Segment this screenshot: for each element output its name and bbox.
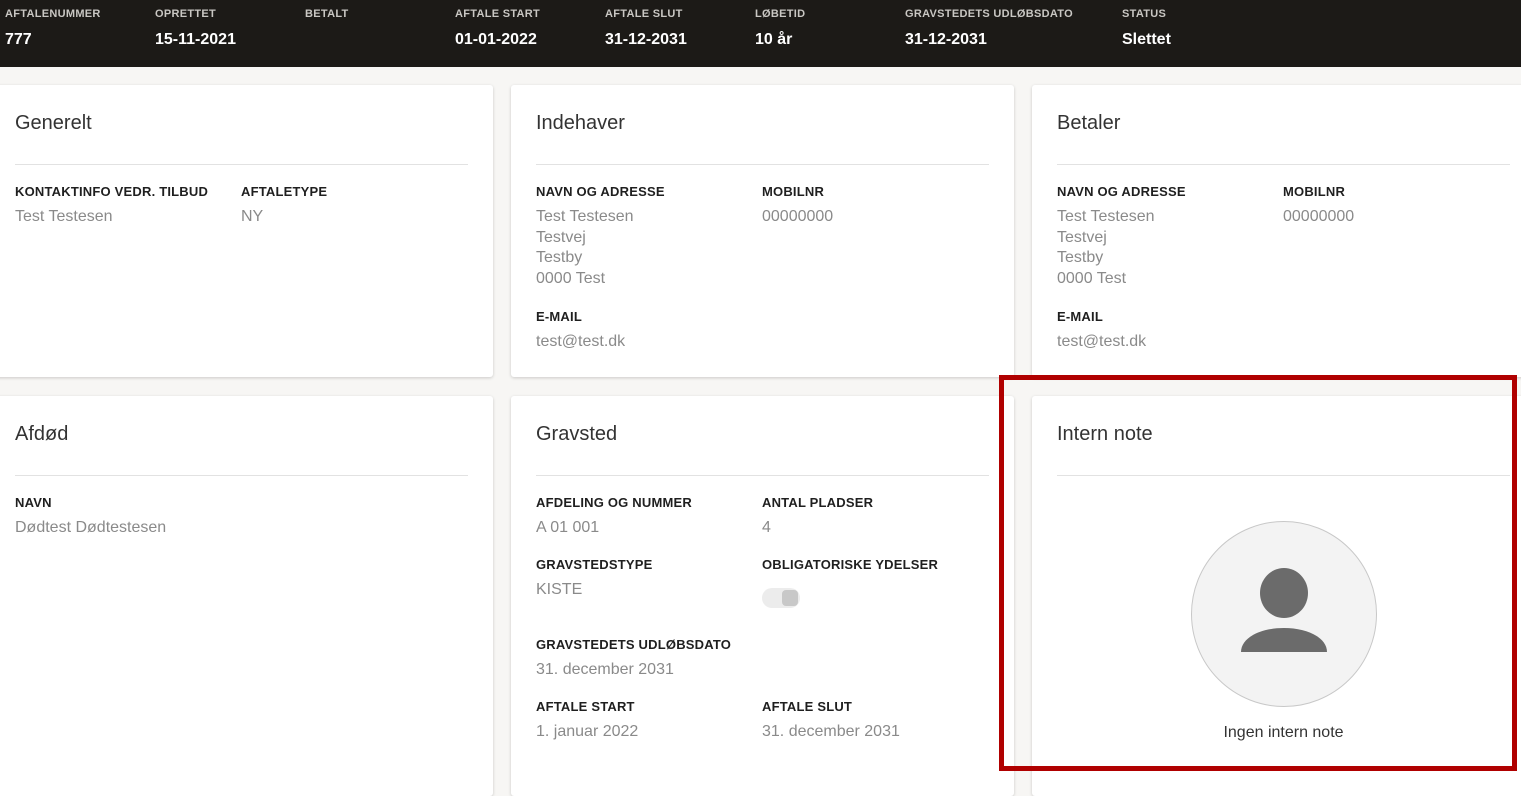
aftale-slut-value: 31. december 2031 (762, 723, 900, 740)
header-label: GRAVSTEDETS UDLØBSDATO (905, 8, 1073, 20)
header-value: 777 (5, 31, 32, 48)
antal-pladser-value: 4 (762, 519, 771, 536)
address-line: Testvej (1057, 228, 1107, 246)
mobilnr-value: 00000000 (1283, 208, 1355, 225)
highlight-frame (999, 375, 1517, 771)
field-label: E-MAIL (536, 309, 582, 324)
address-line: 0000 Test (1057, 269, 1127, 287)
address-line: Test Testesen (536, 208, 634, 225)
divider (1057, 164, 1510, 165)
email-value: test@test.dk (1057, 333, 1147, 350)
field-label: NAVN OG ADRESSE (1057, 184, 1186, 199)
card-title: Betaler (1057, 112, 1121, 134)
udloebsdato-value: 31. december 2031 (536, 661, 674, 678)
afdoed-name-value: Dødtest Dødtestesen (15, 519, 167, 536)
divider (15, 164, 468, 165)
address-line: 0000 Test (536, 269, 606, 287)
header-label: AFTALE START (455, 8, 541, 20)
address-line: Test Testesen (1057, 208, 1155, 225)
field-label: KONTAKTINFO VEDR. TILBUD (15, 184, 209, 199)
address-line: Testvej (536, 228, 586, 246)
field-label: ANTAL PLADSER (762, 495, 874, 510)
card-title: Generelt (15, 112, 92, 134)
divider (15, 475, 468, 476)
header-value: 31-12-2031 (605, 31, 687, 48)
field-label: AFTALE START (536, 699, 635, 714)
header-value: 10 år (755, 31, 793, 48)
aftale-start-value: 1. januar 2022 (536, 723, 639, 740)
field-label: MOBILNR (762, 184, 825, 199)
field-label: NAVN (15, 495, 52, 510)
field-label: OBLIGATORISKE YDELSER (762, 557, 939, 572)
mobilnr-value: 00000000 (762, 208, 834, 225)
header-label: BETALT (305, 8, 349, 20)
field-label: NAVN OG ADRESSE (536, 184, 665, 199)
header-label: STATUS (1122, 8, 1167, 20)
address-line: Testby (536, 249, 583, 266)
aftaletype-value: NY (241, 208, 264, 225)
header-label: AFTALENUMMER (5, 8, 101, 20)
field-label: AFTALE SLUT (762, 699, 853, 714)
card-title: Afdød (15, 423, 69, 445)
header-value: 15-11-2021 (155, 31, 236, 48)
header-label: AFTALE SLUT (605, 8, 683, 20)
card-indehaver: Indehaver NAVN OG ADRESSE Test Testesen … (511, 85, 1014, 377)
header-label: LØBETID (755, 8, 806, 20)
address-line: Testby (1057, 249, 1104, 266)
header-value: 31-12-2031 (905, 31, 987, 48)
field-label: E-MAIL (1057, 309, 1103, 324)
afdeling-value: A 01 001 (536, 519, 600, 536)
card-betaler: Betaler NAVN OG ADRESSE Test Testesen Te… (1032, 85, 1521, 377)
field-label: GRAVSTEDETS UDLØBSDATO (536, 637, 732, 652)
card-gravsted: Gravsted AFDELING OG NUMMER A 01 001 ANT… (511, 396, 1014, 796)
header-value: 01-01-2022 (455, 31, 537, 48)
status-value: Slettet (1122, 31, 1171, 48)
field-label: GRAVSTEDSTYPE (536, 557, 653, 572)
agreement-header-bar: AFTALENUMMER 777 OPRETTET 15-11-2021 BET… (0, 0, 1521, 67)
field-label: MOBILNR (1283, 184, 1346, 199)
obligatoriske-ydelser-toggle[interactable] (762, 588, 800, 608)
email-value: test@test.dk (536, 333, 626, 350)
field-label: AFDELING OG NUMMER (536, 495, 692, 510)
gravstedstype-value: KISTE (536, 581, 583, 598)
card-generelt: Generelt KONTAKTINFO VEDR. TILBUD Test T… (0, 85, 493, 377)
header-label: OPRETTET (155, 8, 217, 20)
divider (536, 164, 989, 165)
card-title: Indehaver (536, 112, 625, 134)
card-afdoed: Afdød NAVN Dødtest Dødtestesen (0, 396, 493, 796)
divider (536, 475, 989, 476)
kontaktinfo-value: Test Testesen (15, 208, 113, 225)
card-title: Gravsted (536, 423, 618, 445)
toggle-knob (782, 590, 798, 606)
field-label: AFTALETYPE (241, 184, 328, 199)
